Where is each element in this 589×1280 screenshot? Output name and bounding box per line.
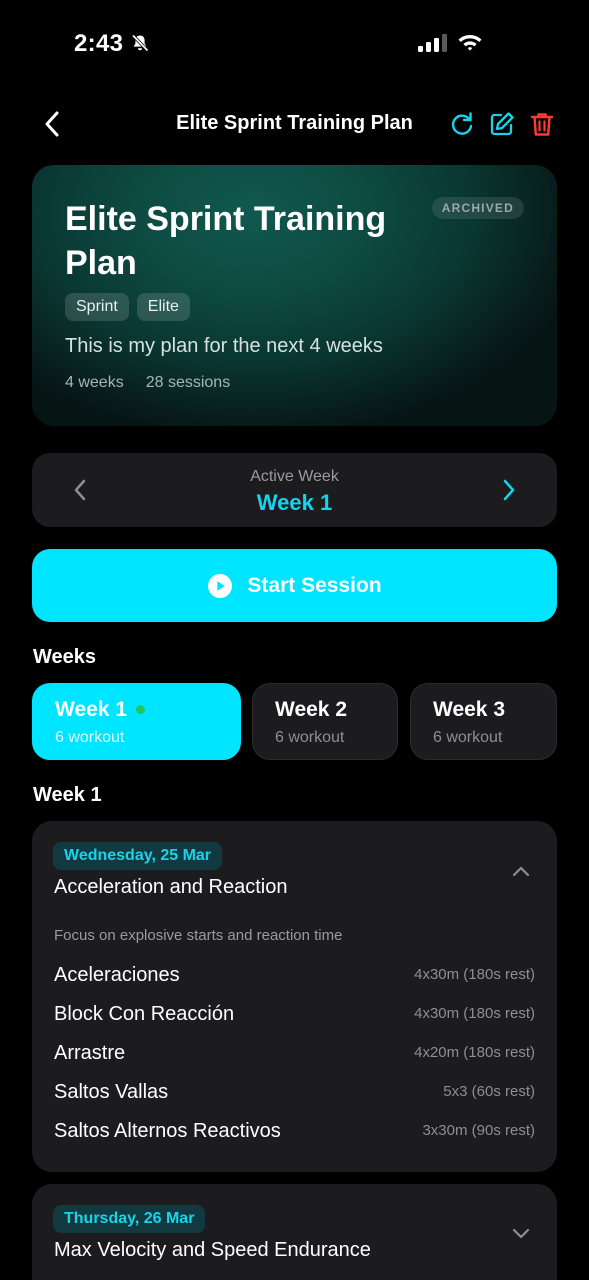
play-icon	[208, 573, 233, 598]
date-badge: Thursday, 26 Mar	[53, 1205, 206, 1233]
cellular-signal-icon	[418, 34, 447, 52]
day-title: Acceleration and Reaction	[54, 876, 288, 898]
exercise-name: Arrastre	[54, 1042, 126, 1064]
tag-sprint: Sprint	[65, 293, 129, 321]
chevron-down-icon[interactable]	[511, 1227, 531, 1241]
week-card-name: Week 1	[55, 698, 127, 721]
refresh-icon[interactable]	[448, 110, 476, 138]
next-week-button[interactable]	[499, 477, 519, 503]
week-card-1[interactable]: Week 1 6 workout	[32, 683, 241, 760]
day-card-wednesday: Wednesday, 25 Mar Acceleration and React…	[32, 821, 557, 1172]
exercise-row: Saltos Alternos Reactivos 3x30m (90s res…	[54, 1120, 535, 1150]
day-title: Max Velocity and Speed Endurance	[54, 1239, 371, 1261]
archived-badge: ARCHIVED	[431, 197, 524, 219]
day-focus: Focus on explosive starts and reaction t…	[54, 927, 343, 944]
plan-tags: Sprint Elite	[65, 293, 190, 321]
exercise-detail: 3x30m (90s rest)	[422, 1122, 535, 1139]
week-detail-title: Week 1	[33, 784, 102, 806]
date-badge: Wednesday, 25 Mar	[53, 842, 223, 870]
bell-off-icon	[131, 34, 149, 52]
plan-meta: 4 weeks 28 sessions	[65, 374, 230, 392]
weeks-section-title: Weeks	[33, 646, 97, 668]
edit-icon[interactable]	[488, 110, 516, 138]
week-card-name: Week 3	[433, 698, 505, 721]
week-card-workouts: 6 workout	[433, 729, 503, 746]
week-card-workouts: 6 workout	[275, 729, 345, 746]
exercise-row: Saltos Vallas 5x3 (60s rest)	[54, 1081, 535, 1111]
week-card-3[interactable]: Week 3 6 workout	[410, 683, 557, 760]
plan-description: This is my plan for the next 4 weeks	[65, 335, 383, 357]
day-card-thursday[interactable]: Thursday, 26 Mar Max Velocity and Speed …	[32, 1184, 557, 1280]
exercise-detail: 4x20m (180s rest)	[414, 1044, 535, 1061]
exercise-detail: 4x30m (180s rest)	[414, 1005, 535, 1022]
plan-title: Elite Sprint Training Plan	[65, 200, 387, 282]
exercise-detail: 4x30m (180s rest)	[414, 966, 535, 983]
week-card-workouts: 6 workout	[55, 729, 125, 746]
exercise-row: Arrastre 4x20m (180s rest)	[54, 1042, 535, 1072]
current-week-dot	[136, 705, 145, 714]
wifi-icon	[458, 35, 482, 51]
week-card-2[interactable]: Week 2 6 workout	[252, 683, 398, 760]
start-session-button[interactable]: Start Session	[32, 549, 557, 622]
exercise-name: Aceleraciones	[54, 964, 180, 986]
exercise-name: Saltos Alternos Reactivos	[54, 1120, 281, 1142]
trash-icon[interactable]	[528, 110, 556, 138]
exercise-name: Saltos Vallas	[54, 1081, 169, 1103]
start-session-label: Start Session	[247, 573, 382, 597]
exercise-name: Block Con Reacción	[54, 1003, 235, 1025]
exercise-row: Aceleraciones 4x30m (180s rest)	[54, 964, 535, 994]
weeks-count: 4 weeks	[65, 374, 124, 391]
plan-hero-card: Elite Sprint Training Plan ARCHIVED Spri…	[32, 165, 557, 426]
week-card-name: Week 2	[275, 698, 347, 721]
exercise-row: Block Con Reacción 4x30m (180s rest)	[54, 1003, 535, 1033]
active-week-value: Week 1	[256, 490, 333, 515]
status-time: 2:43	[74, 30, 124, 57]
active-week-selector: Active Week Week 1	[32, 453, 557, 527]
plan-detail-screen: 2:43 Elite Sprint Training Plan Elite Sp…	[0, 0, 589, 1280]
tag-elite: Elite	[136, 293, 190, 321]
sessions-count: 28 sessions	[145, 374, 231, 391]
chevron-up-icon[interactable]	[511, 864, 531, 878]
exercise-detail: 5x3 (60s rest)	[443, 1083, 535, 1100]
active-week-label: Active Week	[250, 468, 339, 485]
